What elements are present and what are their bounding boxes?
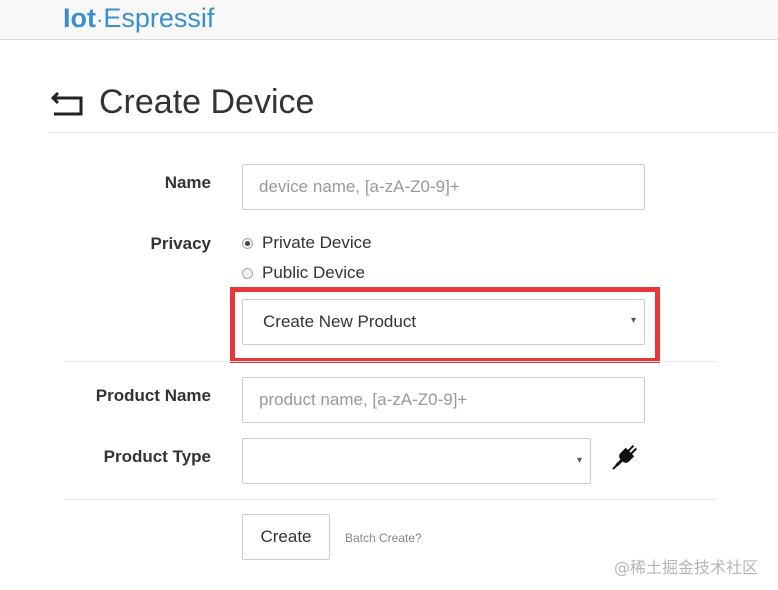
radio-private-indicator[interactable] bbox=[242, 237, 253, 249]
privacy-label: Privacy bbox=[150, 234, 212, 253]
name-label: Name bbox=[164, 173, 211, 192]
device-name-input[interactable] bbox=[242, 164, 645, 210]
product-name-label: Product Name bbox=[95, 386, 211, 405]
watermark: @稀土掘金技术社区 bbox=[614, 558, 759, 577]
product-type-label: Product Type bbox=[103, 447, 211, 466]
chevron-down-icon: ▾ bbox=[576, 455, 582, 466]
batch-create-link[interactable]: Batch Create? bbox=[345, 531, 422, 545]
page-title: Create Device bbox=[99, 83, 315, 121]
radio-public-indicator[interactable] bbox=[242, 267, 253, 279]
divider bbox=[64, 361, 716, 362]
product-type-select[interactable]: ▾ bbox=[242, 438, 591, 484]
divider bbox=[48, 132, 778, 133]
product-name-input[interactable] bbox=[242, 377, 645, 423]
create-button[interactable]: Create bbox=[242, 514, 330, 560]
radio-public-device[interactable]: Public Device bbox=[242, 262, 365, 284]
brand-logo[interactable]: Iot·Espressif bbox=[63, 2, 214, 36]
brand-part2: Espressif bbox=[103, 3, 215, 33]
radio-private-device[interactable]: Private Device bbox=[242, 232, 372, 254]
back-arrow-icon[interactable] bbox=[50, 88, 86, 118]
brand-part1: Iot bbox=[63, 3, 96, 33]
divider bbox=[64, 499, 716, 500]
top-navbar: Iot·Espressif bbox=[0, 0, 778, 40]
radio-private-label: Private Device bbox=[262, 233, 372, 252]
plug-icon[interactable] bbox=[610, 441, 640, 473]
radio-public-label: Public Device bbox=[262, 263, 365, 282]
highlight-box bbox=[230, 287, 660, 363]
